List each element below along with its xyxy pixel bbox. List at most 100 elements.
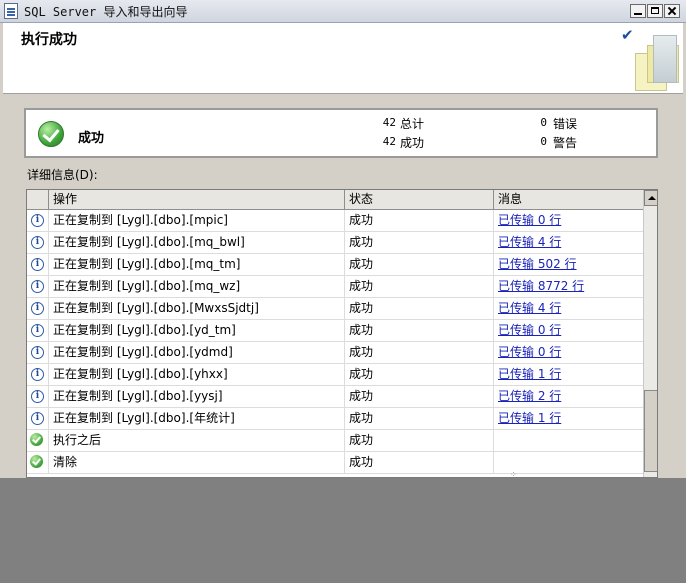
row-message-cell: 已传输 0 行 (494, 210, 643, 231)
error-count: 0 (540, 116, 547, 129)
row-icon-cell: i (27, 342, 49, 363)
row-message-link[interactable]: 已传输 0 行 (498, 213, 561, 227)
row-message-cell: 已传输 4 行 (494, 232, 643, 253)
row-message-link[interactable]: 已传输 4 行 (498, 301, 561, 315)
row-icon-cell (27, 452, 49, 473)
column-header-message[interactable]: 消息 (494, 190, 643, 209)
row-message-link[interactable]: 已传输 1 行 (498, 411, 561, 425)
success-icon (38, 121, 64, 147)
row-status: 成功 (345, 408, 494, 429)
wizard-window: SQL Server 导入和导出向导 执行成功 ✔ 成功 42 总计 42 成功… (0, 0, 686, 478)
row-message-cell: 已传输 2 行 (494, 386, 643, 407)
wizard-header: 执行成功 ✔ (3, 23, 683, 94)
row-action: 执行之后 (49, 430, 345, 451)
row-status: 成功 (345, 276, 494, 297)
column-header-action[interactable]: 操作 (49, 190, 345, 209)
row-message-link[interactable]: 已传输 8772 行 (498, 279, 584, 293)
resize-grip-icon: ⁘ (510, 470, 517, 478)
row-icon-cell: i (27, 276, 49, 297)
table-row[interactable]: i 正在复制到 [Lygl].[dbo].[mpic] 成功 已传输 0 行 (27, 210, 643, 232)
summary-status: 成功 (78, 131, 105, 146)
info-icon: i (31, 368, 44, 381)
wizard-graphic-icon (631, 35, 683, 91)
warning-label: 警告 (553, 136, 578, 150)
row-message-cell: 已传输 502 行 (494, 254, 643, 275)
info-icon: i (31, 236, 44, 249)
row-icon-cell: i (27, 232, 49, 253)
row-action: 正在复制到 [Lygl].[dbo].[mq_tm] (49, 254, 345, 275)
app-icon (4, 3, 18, 19)
info-icon: i (31, 258, 44, 271)
row-status: 成功 (345, 452, 494, 473)
table-row[interactable]: i 正在复制到 [Lygl].[dbo].[mq_tm] 成功 已传输 502 行 (27, 254, 643, 276)
info-icon: i (31, 324, 44, 337)
row-action: 正在复制到 [Lygl].[dbo].[yd_tm] (49, 320, 345, 341)
maximize-button[interactable] (647, 4, 663, 18)
table-row[interactable]: i 正在复制到 [Lygl].[dbo].[年统计] 成功 已传输 1 行 (27, 408, 643, 430)
table-row[interactable]: i 正在复制到 [Lygl].[dbo].[MwxsSjdtj] 成功 已传输 4 行 (27, 298, 643, 320)
row-status: 成功 (345, 210, 494, 231)
row-status: 成功 (345, 342, 494, 363)
row-message-link[interactable]: 已传输 4 行 (498, 235, 561, 249)
success-icon (30, 455, 43, 468)
row-icon-cell: i (27, 210, 49, 231)
row-message-link[interactable]: 已传输 0 行 (498, 345, 561, 359)
row-status: 成功 (345, 430, 494, 451)
row-status: 成功 (345, 254, 494, 275)
row-message-link[interactable]: 已传输 0 行 (498, 323, 561, 337)
success-icon (30, 433, 43, 446)
row-action: 正在复制到 [Lygl].[dbo].[年统计] (49, 408, 345, 429)
row-message-cell: 已传输 1 行 (494, 364, 643, 385)
column-header-status[interactable]: 状态 (345, 190, 494, 209)
total-count: 42 (382, 116, 396, 129)
row-message-link[interactable]: 已传输 2 行 (498, 389, 561, 403)
table-row[interactable]: i 正在复制到 [Lygl].[dbo].[yhxx] 成功 已传输 1 行 (27, 364, 643, 386)
row-action: 正在复制到 [Lygl].[dbo].[MwxsSjdtj] (49, 298, 345, 319)
row-icon-cell: i (27, 298, 49, 319)
row-message-link[interactable]: 已传输 1 行 (498, 367, 561, 381)
warning-count: 0 (540, 135, 547, 148)
row-action: 正在复制到 [Lygl].[dbo].[mpic] (49, 210, 345, 231)
scroll-up-icon[interactable] (644, 190, 657, 206)
info-icon: i (31, 280, 44, 293)
grid-rows: i 正在复制到 [Lygl].[dbo].[mpic] 成功 已传输 0 行 i 正在复制… (27, 210, 643, 474)
vertical-scrollbar[interactable] (643, 190, 657, 477)
row-icon-cell: i (27, 364, 49, 385)
row-icon-cell: i (27, 320, 49, 341)
table-row[interactable]: i 正在复制到 [Lygl].[dbo].[mq_wz] 成功 已传输 8772 行 (27, 276, 643, 298)
info-icon: i (31, 214, 44, 227)
summary-panel: 成功 42 总计 42 成功 0 错误 0 警告 (24, 108, 658, 158)
minimize-button[interactable] (630, 4, 646, 18)
close-button[interactable] (664, 4, 680, 18)
column-header-icon (27, 190, 49, 209)
row-status: 成功 (345, 320, 494, 341)
row-action: 正在复制到 [Lygl].[dbo].[mq_bwl] (49, 232, 345, 253)
grid-header: 操作 状态 消息 (27, 190, 643, 210)
scroll-thumb[interactable] (644, 390, 657, 472)
row-action: 正在复制到 [Lygl].[dbo].[yysj] (49, 386, 345, 407)
row-message-cell: 已传输 4 行 (494, 298, 643, 319)
info-icon: i (31, 412, 44, 425)
table-row[interactable]: i 正在复制到 [Lygl].[dbo].[ydmd] 成功 已传输 0 行 (27, 342, 643, 364)
success-label: 成功 (400, 136, 425, 150)
table-row[interactable]: i 正在复制到 [Lygl].[dbo].[yd_tm] 成功 已传输 0 行 (27, 320, 643, 342)
table-row[interactable]: i 正在复制到 [Lygl].[dbo].[yysj] 成功 已传输 2 行 (27, 386, 643, 408)
table-row[interactable]: i 正在复制到 [Lygl].[dbo].[mq_bwl] 成功 已传输 4 行 (27, 232, 643, 254)
row-message-link[interactable]: 已传输 502 行 (498, 257, 577, 271)
row-message-cell: 已传输 1 行 (494, 408, 643, 429)
row-status: 成功 (345, 298, 494, 319)
details-grid: 操作 状态 消息 i 正在复制到 [Lygl].[dbo].[mpic] 成功 已传输… (26, 189, 658, 478)
row-action: 正在复制到 [Lygl].[dbo].[yhxx] (49, 364, 345, 385)
row-icon-cell (27, 430, 49, 451)
row-action: 清除 (49, 452, 345, 473)
row-message-cell (494, 430, 643, 451)
window-title: SQL Server 导入和导出向导 (24, 5, 188, 19)
row-message-cell: 已传输 0 行 (494, 320, 643, 341)
total-label: 总计 (400, 117, 425, 131)
error-label: 错误 (553, 117, 578, 131)
table-row[interactable]: 执行之后 成功 (27, 430, 643, 452)
row-status: 成功 (345, 232, 494, 253)
table-row[interactable]: 清除 成功 (27, 452, 643, 474)
row-message-cell: 已传输 8772 行 (494, 276, 643, 297)
info-icon: i (31, 390, 44, 403)
